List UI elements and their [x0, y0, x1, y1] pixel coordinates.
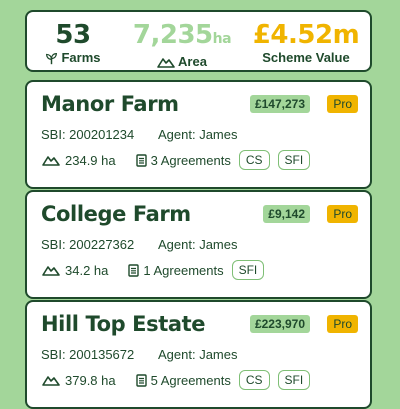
farm-name: Manor Farm [41, 92, 179, 116]
farm-meta: 234.9 ha 3 Agreements CS SFI [41, 150, 311, 170]
area-stat: 7,235ha Area [127, 20, 237, 70]
sbi-number: SBI: 200201234 [41, 127, 135, 142]
mountain-icon [157, 58, 175, 68]
farm-name: College Farm [41, 202, 191, 226]
area-value: 7,235 [132, 20, 213, 50]
farm-name: Hill Top Estate [41, 312, 206, 336]
mountain-icon [42, 156, 60, 166]
agreements-count: 3 Agreements [150, 152, 231, 168]
farm-area: 379.8 ha [65, 372, 116, 388]
pro-badge: Pro [327, 205, 358, 223]
agent-name: Agent: James [158, 237, 238, 252]
area-unit: ha [212, 31, 232, 47]
farm-card[interactable]: College Farm £9,142 Pro SBI: 200227362 A… [25, 190, 372, 299]
farm-area: 234.9 ha [65, 152, 116, 168]
sbi-number: SBI: 200227362 [41, 237, 135, 252]
pro-badge: Pro [327, 95, 358, 113]
pro-badge: Pro [327, 315, 358, 333]
tag-sfi: SFI [277, 370, 311, 390]
agent-name: Agent: James [158, 127, 238, 142]
tag-cs: CS [238, 150, 270, 170]
farm-meta: 379.8 ha 5 Agreements CS SFI [41, 370, 311, 390]
scheme-value-badge: £147,273 [249, 95, 310, 113]
scheme-value: £4.52m [252, 20, 360, 50]
scheme-value-badge: £9,142 [263, 205, 310, 223]
scheme-value-badge: £223,970 [249, 315, 310, 333]
scheme-value-stat: £4.52m Scheme Value [242, 20, 370, 66]
tag-sfi: SFI [277, 150, 311, 170]
agreements-count: 5 Agreements [150, 372, 231, 388]
area-label: Area [178, 54, 207, 69]
tag-cs: CS [238, 370, 270, 390]
farm-meta: 34.2 ha 1 Agreements SFI [41, 260, 265, 280]
sprout-icon [46, 52, 58, 64]
farm-card[interactable]: Hill Top Estate £223,970 Pro SBI: 200135… [25, 300, 372, 409]
farm-area: 34.2 ha [65, 262, 109, 278]
document-icon [135, 373, 147, 387]
farms-label: Farms [61, 50, 101, 65]
farm-card[interactable]: Manor Farm £147,273 Pro SBI: 200201234 A… [25, 80, 372, 189]
tag-sfi: SFI [231, 260, 265, 280]
agent-name: Agent: James [158, 347, 238, 362]
scheme-value-label: Scheme Value [262, 50, 350, 65]
mountain-icon [42, 376, 60, 386]
summary-card: 53 Farms 7,235ha Area £4.52m Scheme Valu… [25, 10, 372, 72]
mountain-icon [42, 266, 60, 276]
document-icon [128, 263, 140, 277]
farms-stat: 53 Farms [33, 20, 113, 66]
document-icon [135, 153, 147, 167]
sbi-number: SBI: 200135672 [41, 347, 135, 362]
farms-count: 53 [55, 20, 91, 50]
agreements-count: 1 Agreements [143, 262, 224, 278]
